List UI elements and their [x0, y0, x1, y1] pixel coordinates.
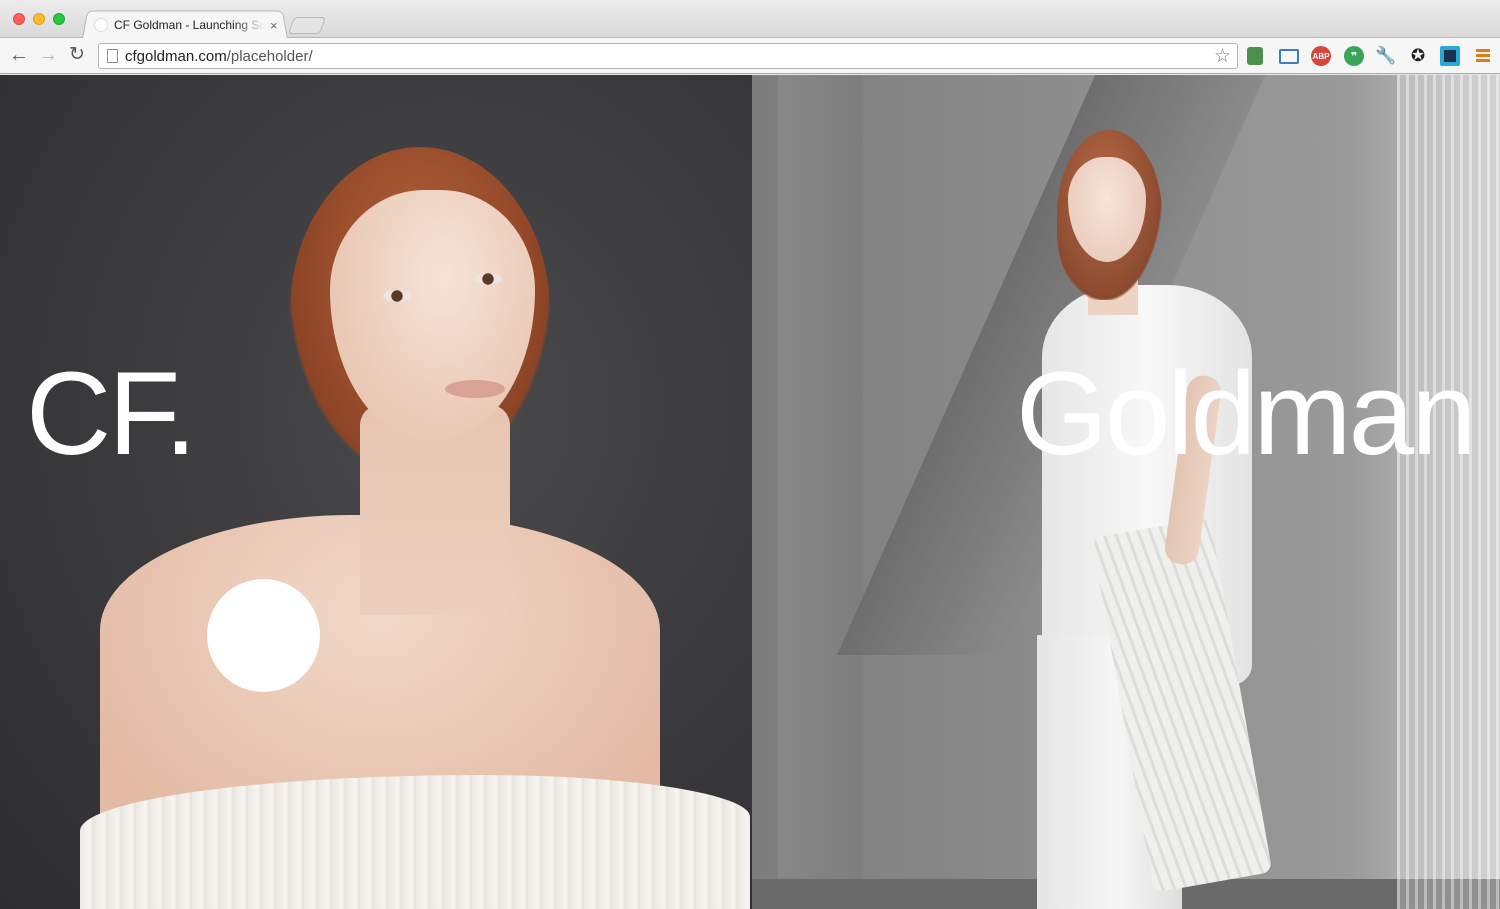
sync-icon[interactable]: ✪: [1408, 46, 1428, 66]
circle-button[interactable]: [207, 579, 320, 692]
white-dress: [80, 775, 750, 909]
new-tab-button[interactable]: [287, 17, 327, 34]
reload-button[interactable]: ↻: [66, 44, 88, 66]
minimize-window-button[interactable]: [33, 13, 45, 25]
bookmark-star-icon[interactable]: ☆: [1214, 45, 1231, 68]
close-window-button[interactable]: [13, 13, 25, 25]
model-lips: [445, 380, 505, 398]
model-eye: [474, 273, 502, 285]
brand-wordmark-right: Goldman: [1016, 348, 1477, 480]
tab-favicon-icon: [94, 18, 108, 32]
tab-title: CF Goldman - Launching Soon: [114, 18, 264, 32]
adblock-icon[interactable]: ABP: [1311, 46, 1331, 66]
evernote-icon[interactable]: [1247, 47, 1263, 65]
url-host: cfgoldman.com: [125, 48, 227, 65]
address-url[interactable]: cfgoldman.com/placeholder/: [125, 48, 313, 65]
model-eye: [383, 290, 411, 302]
browser-toolbar: ← → ↻ cfgoldman.com/placeholder/ ☆ ABP ❞…: [0, 38, 1500, 74]
window-titlebar: CF Goldman - Launching Soon ×: [0, 0, 1500, 39]
sheer-curtain: [1397, 75, 1500, 909]
brand-wordmark-left: CF.: [26, 348, 197, 480]
address-bar[interactable]: cfgoldman.com/placeholder/ ☆: [98, 43, 1238, 69]
zoom-window-button[interactable]: [53, 13, 65, 25]
hangouts-icon[interactable]: ❞: [1344, 46, 1364, 66]
url-path: /placeholder/: [226, 48, 313, 65]
forward-button[interactable]: →: [37, 44, 59, 66]
page-icon: [107, 49, 118, 63]
page-viewport: [0, 75, 1500, 909]
puzzle-icon[interactable]: [1440, 46, 1460, 66]
screenshot-icon[interactable]: [1279, 49, 1299, 64]
browser-menu-icon[interactable]: [1476, 49, 1490, 64]
tab-content[interactable]: CF Goldman - Launching Soon ×: [88, 12, 284, 38]
left-photo-panel: [0, 75, 752, 909]
back-button[interactable]: ←: [8, 44, 30, 66]
right-photo-panel: [752, 75, 1500, 909]
wrench-icon[interactable]: 🔧: [1375, 46, 1396, 66]
tab-close-icon[interactable]: ×: [270, 19, 278, 32]
concrete-pillar: [778, 75, 863, 909]
